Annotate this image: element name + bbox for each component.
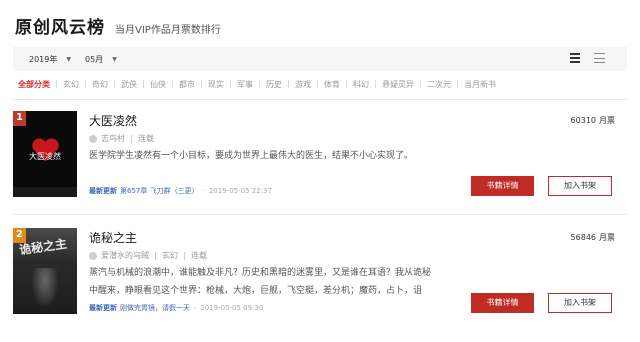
update-label: 最新更新 [89, 304, 117, 312]
category-tab[interactable]: 悬疑灵异 [382, 79, 414, 90]
category-tab[interactable]: 二次元 [427, 79, 451, 90]
category-tab[interactable]: 都市 [179, 79, 195, 90]
book-details-button[interactable]: 书籍详情 [471, 293, 534, 313]
page-title: 原创风云榜 [15, 18, 105, 38]
category-tab[interactable]: 科幻 [353, 79, 369, 90]
category-tab[interactable]: 游戏 [295, 79, 311, 90]
update-label: 最新更新 [89, 187, 117, 195]
book-meta: 爱潜水的乌贼 玄幻 连载 [89, 250, 207, 261]
update-time: 2019-05-05 22:37 [208, 187, 272, 195]
book-status: 连载 [191, 251, 207, 260]
book-entry: 大医凌然 1 大医凌然 志鸟村 连载 医学院学生凌然有一个小目标，要成为世界上最… [13, 111, 627, 221]
category-tab[interactable]: 仙侠 [150, 79, 166, 90]
category-tab[interactable]: 当月新书 [464, 79, 496, 90]
category-tab[interactable]: 体育 [324, 79, 340, 90]
book-cover[interactable]: 诡秘之主 2 [13, 228, 77, 314]
book-description: 蒸汽与机械的浪潮中，谁能触及非凡？历史和黑暗的迷雾里，又是谁在耳语？我从诡秘中醒… [89, 268, 432, 296]
add-to-shelf-button[interactable]: 加入书架 [548, 176, 612, 196]
category-divider [375, 80, 376, 88]
category-tabs: 全部分类 玄幻 奇幻 武侠 仙侠 都市 现实 军事 历史 游戏 体育 科幻 悬疑… [18, 77, 496, 91]
category-tab[interactable]: 现实 [208, 79, 224, 90]
latest-update: 最新更新 第657章 飞刀群（三更） · 2019-05-05 22:37 [89, 186, 272, 196]
update-separator: · [194, 304, 197, 312]
month-select-value: 05月 [85, 55, 104, 64]
rank-badge: 1 [13, 111, 26, 126]
book-title[interactable]: 诡秘之主 [89, 229, 137, 246]
category-tab[interactable]: 军事 [237, 79, 253, 90]
meta-divider [184, 251, 185, 260]
category-tab[interactable]: 玄幻 [63, 79, 79, 90]
author-name[interactable]: 爱潜水的乌贼 [101, 250, 149, 261]
category-divider [230, 80, 231, 88]
book-cover[interactable]: 大医凌然 1 [13, 111, 77, 197]
book-genre[interactable]: 玄幻 [162, 250, 178, 261]
author-icon [89, 134, 97, 143]
category-tab[interactable]: 武侠 [121, 79, 137, 90]
category-divider [288, 80, 289, 88]
category-divider [317, 80, 318, 88]
book-entry: 诡秘之主 2 诡秘之主 爱潜水的乌贼 玄幻 连载 蒸汽与机械的浪潮中，谁能触及非… [13, 228, 627, 338]
list-view-icon[interactable] [594, 53, 605, 63]
category-tab[interactable]: 历史 [266, 79, 282, 90]
meta-divider [131, 134, 132, 143]
category-divider [457, 80, 458, 88]
vote-unit: 月票 [599, 233, 615, 242]
book-status: 连载 [138, 134, 154, 143]
category-divider [420, 80, 421, 88]
category-divider [56, 80, 57, 88]
author-icon [89, 251, 97, 260]
divider [13, 99, 627, 100]
category-divider [172, 80, 173, 88]
book-meta: 志鸟村 连载 [89, 133, 154, 144]
book-details-button[interactable]: 书籍详情 [471, 176, 534, 196]
rankings-page: 原创风云榜 当月VIP作品月票数排行 2019年 ▼ 05月 ▼ 全部分类 玄幻… [0, 0, 640, 342]
vote-count: 56846 月票 [571, 232, 615, 243]
category-tab[interactable]: 全部分类 [18, 79, 50, 90]
vote-count: 60310 月票 [571, 115, 615, 126]
header: 原创风云榜 当月VIP作品月票数排行 [15, 13, 221, 39]
cover-strip [13, 187, 77, 197]
book-description: 医学院学生凌然有一个小目标，要成为世界上最伟大的医生，结果不小心实现了。 [89, 151, 414, 161]
year-select[interactable]: 2019年 ▼ [29, 54, 71, 65]
category-divider [259, 80, 260, 88]
update-chapter-link[interactable]: 刚做完胃镜，请假一天 [120, 303, 190, 313]
category-divider [114, 80, 115, 88]
rank-badge: 2 [13, 228, 26, 243]
update-separator: · [202, 187, 205, 195]
vote-number: 60310 [570, 116, 596, 125]
update-time: 2019-05-05 09:30 [200, 304, 264, 312]
cover-title: 大医凌然 [29, 152, 61, 161]
meta-divider [155, 251, 156, 260]
divider [13, 214, 627, 215]
category-divider [346, 80, 347, 88]
category-tab[interactable]: 奇幻 [92, 79, 108, 90]
category-divider [201, 80, 202, 88]
year-select-value: 2019年 [29, 55, 58, 64]
cover-figure [31, 268, 59, 308]
grid-view-icon[interactable] [570, 53, 580, 63]
filter-bar: 2019年 ▼ 05月 ▼ [13, 47, 627, 71]
vote-unit: 月票 [599, 116, 615, 125]
month-select[interactable]: 05月 ▼ [85, 54, 117, 65]
author-name[interactable]: 志鸟村 [101, 133, 125, 144]
latest-update: 最新更新 刚做完胃镜，请假一天 · 2019-05-05 09:30 [89, 303, 263, 313]
book-title[interactable]: 大医凌然 [89, 112, 137, 129]
category-divider [143, 80, 144, 88]
add-to-shelf-button[interactable]: 加入书架 [548, 293, 612, 313]
vote-number: 56846 [570, 233, 596, 242]
chevron-down-icon: ▼ [66, 56, 71, 63]
chevron-down-icon: ▼ [112, 56, 117, 63]
page-subtitle: 当月VIP作品月票数排行 [115, 25, 221, 36]
update-chapter-link[interactable]: 第657章 飞刀群（三更） [120, 186, 199, 196]
category-divider [85, 80, 86, 88]
